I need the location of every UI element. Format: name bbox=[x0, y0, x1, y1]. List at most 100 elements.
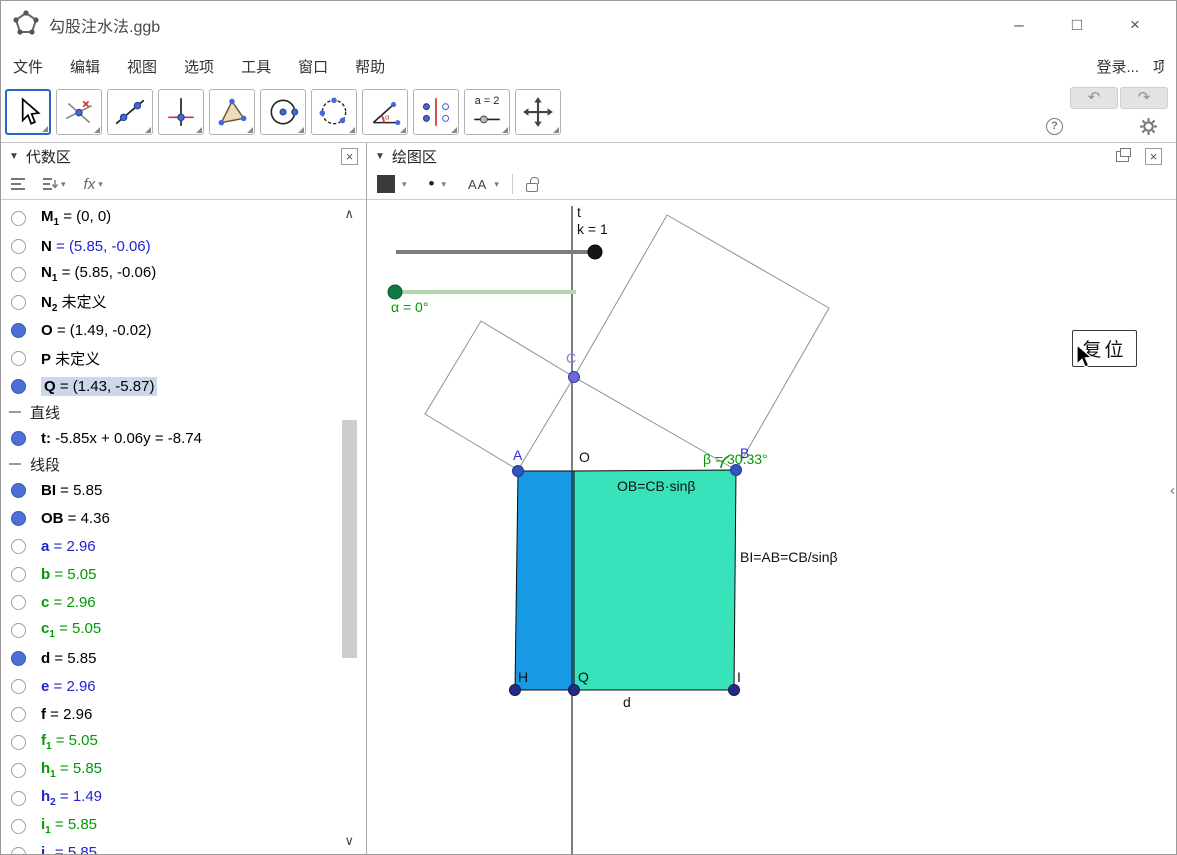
visibility-dot-off[interactable] bbox=[11, 238, 26, 254]
gear-icon[interactable] bbox=[1139, 117, 1158, 136]
point-style-icon[interactable]: • bbox=[429, 174, 435, 194]
point-Q[interactable] bbox=[568, 684, 580, 696]
menu-tools[interactable]: 工具 bbox=[241, 56, 271, 77]
square-on-AC[interactable] bbox=[424, 320, 575, 471]
algebra-item-OB[interactable]: OB = 4.36 bbox=[1, 504, 366, 532]
visibility-dot-off[interactable] bbox=[11, 734, 26, 750]
algebra-item-f1[interactable]: f1 = 5.05 bbox=[1, 728, 366, 756]
algebra-item-M1[interactable]: M1 = (0, 0) bbox=[1, 204, 366, 232]
slider-alpha-knob[interactable] bbox=[387, 284, 403, 300]
blue-square[interactable] bbox=[514, 470, 575, 691]
visibility-dot-off[interactable] bbox=[11, 818, 26, 834]
point-A[interactable] bbox=[512, 465, 524, 477]
menu-edit[interactable]: 编辑 bbox=[70, 56, 100, 77]
algebra-item-c1[interactable]: c1 = 5.05 bbox=[1, 616, 366, 644]
algebra-item-Q[interactable]: Q = (1.43, -5.87) bbox=[1, 372, 366, 400]
tool-slider[interactable]: a = 2 bbox=[464, 89, 510, 135]
close-button[interactable]: × bbox=[1106, 8, 1164, 42]
algebra-item-P[interactable]: P 未定义 bbox=[1, 344, 366, 372]
algebra-item-f[interactable]: f = 2.96 bbox=[1, 700, 366, 728]
algebra-item-j1[interactable]: j1 = 5.85 bbox=[1, 840, 366, 854]
visibility-dot-off[interactable] bbox=[11, 706, 26, 722]
menu-window[interactable]: 窗口 bbox=[298, 56, 328, 77]
tool-move[interactable] bbox=[5, 89, 51, 135]
unlock-icon[interactable] bbox=[525, 177, 539, 192]
algebra-item-h1[interactable]: h1 = 5.85 bbox=[1, 756, 366, 784]
algebra-item-BI[interactable]: BI = 5.85 bbox=[1, 476, 366, 504]
visibility-dot-off[interactable] bbox=[11, 762, 26, 778]
tool-angle[interactable]: α bbox=[362, 89, 408, 135]
scroll-down-icon[interactable]: ∨ bbox=[344, 833, 354, 849]
graphics-canvas[interactable]: t k = 1 α = 0° C A B O β = 30.33° OB=CB·… bbox=[367, 200, 1176, 854]
algebra-item-h2[interactable]: h2 = 1.49 bbox=[1, 784, 366, 812]
menu-file[interactable]: 文件 bbox=[13, 56, 43, 77]
tool-point[interactable] bbox=[56, 89, 102, 135]
visibility-dot-on[interactable] bbox=[11, 482, 26, 498]
panel-collapse-handle[interactable]: ‹ bbox=[1170, 482, 1175, 499]
point-H[interactable] bbox=[509, 684, 521, 696]
visibility-dot-off[interactable] bbox=[11, 566, 26, 582]
algebra-item-b[interactable]: b = 5.05 bbox=[1, 560, 366, 588]
algebra-section[interactable]: 直线 bbox=[1, 400, 366, 424]
tool-reflect[interactable] bbox=[413, 89, 459, 135]
auxiliary-objects-icon[interactable] bbox=[11, 178, 25, 190]
visibility-dot-on[interactable] bbox=[11, 378, 26, 394]
tool-circle-center-point[interactable] bbox=[260, 89, 306, 135]
algebra-collapse-icon[interactable]: ▼ bbox=[9, 151, 19, 162]
visibility-dot-on[interactable] bbox=[11, 650, 26, 666]
tool-polygon[interactable] bbox=[209, 89, 255, 135]
maximize-button[interactable]: □ bbox=[1048, 8, 1106, 42]
visibility-dot-off[interactable] bbox=[11, 210, 26, 226]
algebra-item-e[interactable]: e = 2.96 bbox=[1, 672, 366, 700]
visibility-dot-off[interactable] bbox=[11, 846, 26, 854]
visibility-dot-on[interactable] bbox=[11, 430, 26, 446]
login-button[interactable]: 登录... bbox=[1096, 56, 1139, 77]
visibility-dot-off[interactable] bbox=[11, 294, 26, 310]
algebra-item-O[interactable]: O = (1.49, -0.02) bbox=[1, 316, 366, 344]
algebra-item-a[interactable]: a = 2.96 bbox=[1, 532, 366, 560]
point-C[interactable] bbox=[568, 371, 580, 383]
visibility-dot-off[interactable] bbox=[11, 678, 26, 694]
teal-square[interactable] bbox=[573, 469, 737, 691]
visibility-dot-off[interactable] bbox=[11, 594, 26, 610]
algebra-close-icon[interactable]: × bbox=[341, 147, 358, 165]
tool-conic[interactable] bbox=[311, 89, 357, 135]
algebra-item-c[interactable]: c = 2.96 bbox=[1, 588, 366, 616]
scroll-up-icon[interactable]: ∧ bbox=[344, 206, 354, 222]
redo-button[interactable]: ↷ bbox=[1120, 87, 1168, 109]
visibility-dot-off[interactable] bbox=[11, 266, 26, 282]
menu-view[interactable]: 视图 bbox=[127, 56, 157, 77]
slider-k-knob[interactable] bbox=[587, 244, 603, 260]
tool-move-graphics-view[interactable] bbox=[515, 89, 561, 135]
graphics-collapse-icon[interactable]: ▼ bbox=[375, 151, 385, 162]
menu-options[interactable]: 选项 bbox=[184, 56, 214, 77]
minimize-button[interactable]: – bbox=[990, 8, 1048, 42]
visibility-dot-on[interactable] bbox=[11, 322, 26, 338]
visibility-dot-off[interactable] bbox=[11, 350, 26, 366]
algebra-item-N2[interactable]: N2 未定义 bbox=[1, 288, 366, 316]
visibility-dot-off[interactable] bbox=[11, 538, 26, 554]
help-icon[interactable]: ? bbox=[1046, 118, 1063, 135]
algebra-item-N[interactable]: N = (5.85, -0.06) bbox=[1, 232, 366, 260]
square-on-CB[interactable] bbox=[573, 214, 830, 471]
algebra-section[interactable]: 线段 bbox=[1, 452, 366, 476]
algebra-item-i1[interactable]: i1 = 5.85 bbox=[1, 812, 366, 840]
algebra-item-d[interactable]: d = 5.85 bbox=[1, 644, 366, 672]
menu-help[interactable]: 帮助 bbox=[355, 56, 385, 77]
fx-filter-icon[interactable]: fx ▾ bbox=[84, 176, 103, 193]
visibility-dot-off[interactable] bbox=[11, 790, 26, 806]
visibility-dot-off[interactable] bbox=[11, 622, 26, 638]
color-swatch[interactable] bbox=[377, 175, 395, 193]
algebra-item-t[interactable]: t: -5.85x + 0.06y = -8.74 bbox=[1, 424, 366, 452]
undo-button[interactable]: ↶ bbox=[1070, 87, 1118, 109]
sort-objects-icon[interactable]: ▾ bbox=[43, 177, 66, 191]
graphics-close-icon[interactable]: × bbox=[1145, 147, 1162, 165]
algebra-item-N1[interactable]: N1 = (5.85, -0.06) bbox=[1, 260, 366, 288]
point-I[interactable] bbox=[728, 684, 740, 696]
tool-perpendicular-line[interactable] bbox=[158, 89, 204, 135]
tool-line[interactable] bbox=[107, 89, 153, 135]
unpin-window-icon[interactable] bbox=[1116, 147, 1131, 162]
text-style-icon[interactable]: AA bbox=[468, 177, 487, 192]
visibility-dot-on[interactable] bbox=[11, 510, 26, 526]
scrollbar-thumb[interactable] bbox=[342, 420, 357, 658]
